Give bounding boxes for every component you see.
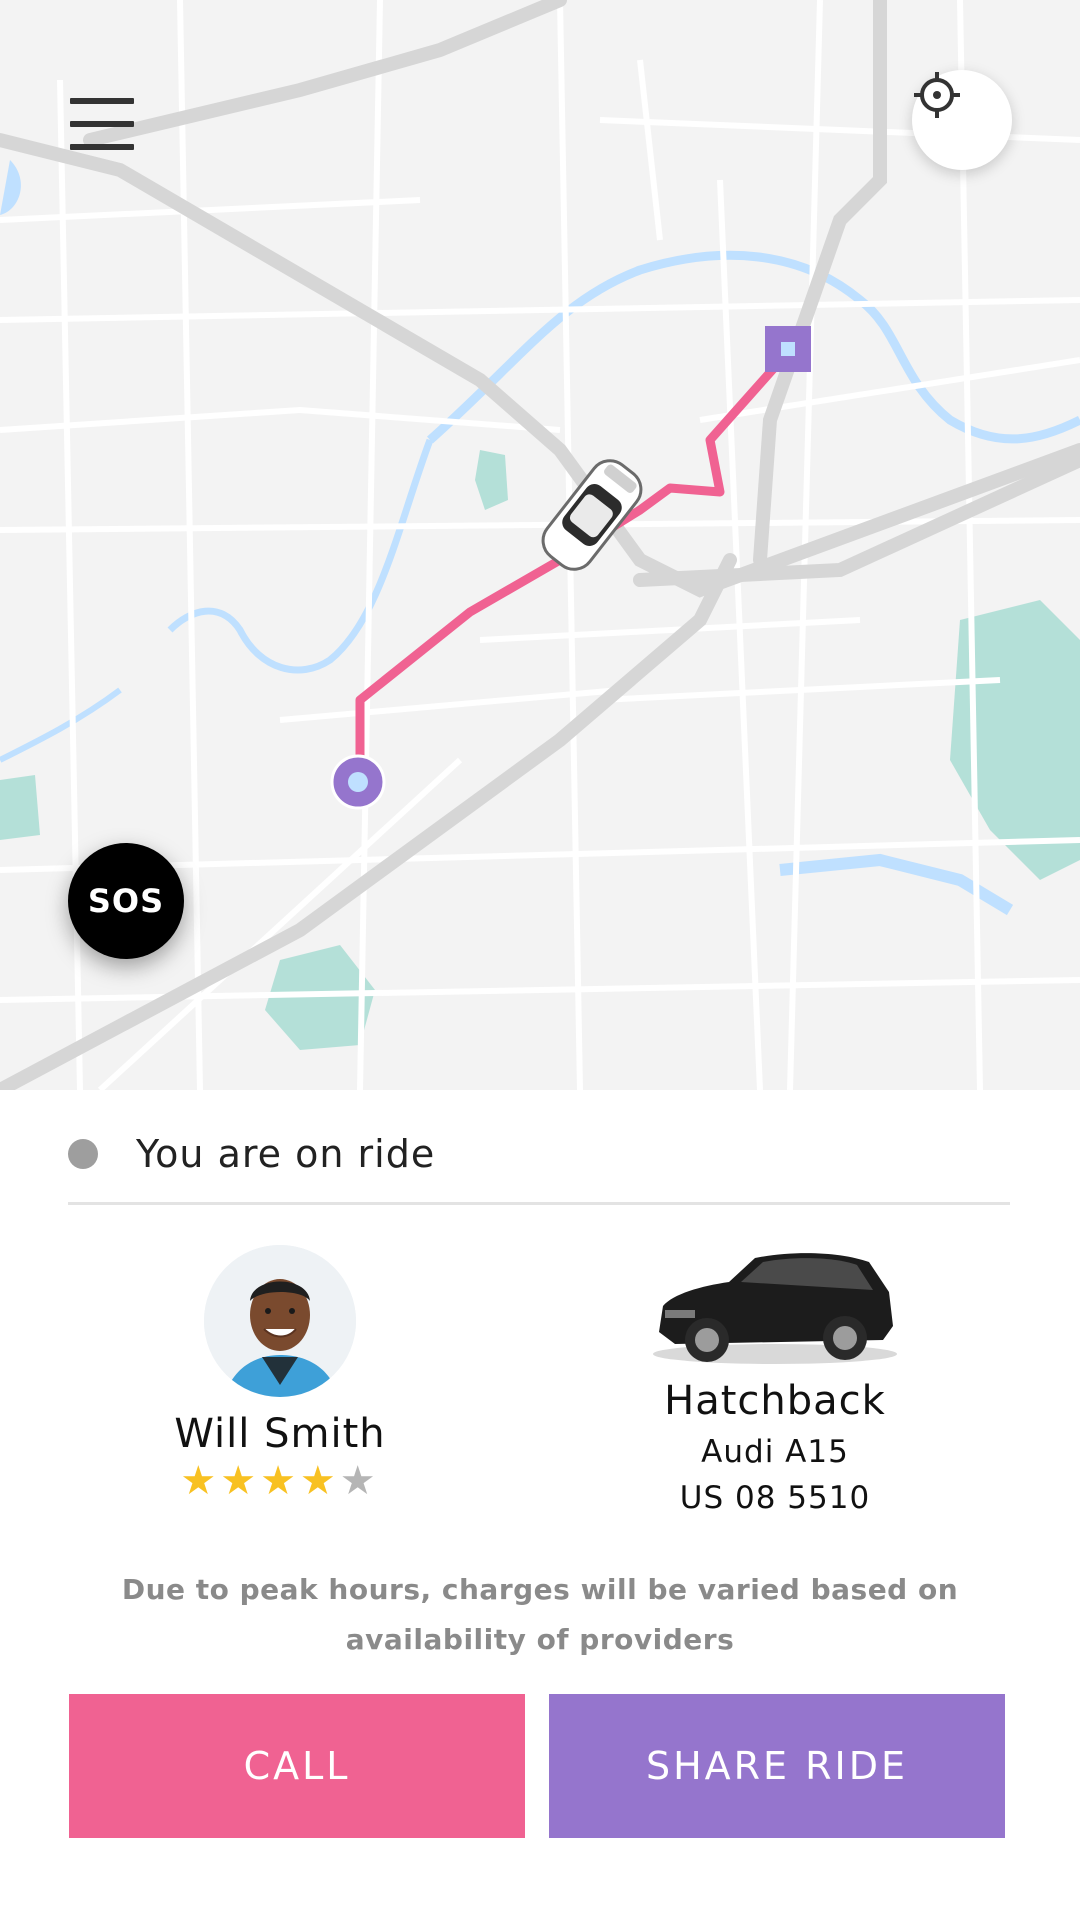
ride-status-text: You are on ride bbox=[136, 1132, 436, 1176]
status-dot-icon bbox=[68, 1139, 98, 1169]
vehicle-plate: US 08 5510 bbox=[679, 1480, 871, 1516]
locate-me-button[interactable] bbox=[912, 70, 1012, 170]
car-image bbox=[645, 1240, 905, 1370]
star-icon: ★ bbox=[260, 1458, 300, 1504]
ride-panel: You are on ride Will Smith ★★★★★ Hatchba… bbox=[0, 1090, 1080, 1920]
vehicle-info: Hatchback Audi A15 US 08 5510 bbox=[620, 1240, 930, 1516]
park-area bbox=[0, 775, 40, 840]
vehicle-type: Hatchback bbox=[664, 1378, 886, 1424]
sos-label: SOS bbox=[87, 882, 165, 920]
vehicle-model: Audi A15 bbox=[701, 1434, 849, 1470]
star-empty-icon: ★ bbox=[339, 1458, 380, 1504]
ride-status: You are on ride bbox=[68, 1132, 435, 1176]
call-button-label: CALL bbox=[243, 1744, 351, 1788]
star-icon: ★ bbox=[180, 1458, 221, 1504]
call-button[interactable]: CALL bbox=[69, 1694, 525, 1838]
driver-rating: ★★★★★ bbox=[130, 1461, 430, 1501]
divider bbox=[68, 1202, 1010, 1205]
dropoff-square-marker[interactable] bbox=[765, 326, 811, 372]
star-icon: ★ bbox=[299, 1458, 340, 1504]
share-ride-button-label: SHARE RIDE bbox=[645, 1744, 909, 1788]
share-ride-button[interactable]: SHARE RIDE bbox=[549, 1694, 1005, 1838]
driver-avatar[interactable] bbox=[204, 1245, 356, 1397]
sos-button[interactable]: SOS bbox=[68, 843, 184, 959]
pricing-notice: Due to peak hours, charges will be varie… bbox=[121, 1573, 959, 1656]
map-view[interactable]: SOS bbox=[0, 0, 1080, 1090]
driver-name: Will Smith bbox=[174, 1411, 386, 1457]
pickup-circle-marker[interactable] bbox=[330, 754, 386, 810]
hamburger-menu-icon[interactable] bbox=[70, 98, 134, 150]
driver-photo bbox=[204, 1245, 356, 1397]
crosshair-target-icon bbox=[914, 72, 960, 118]
driver-info: Will Smith ★★★★★ bbox=[130, 1245, 430, 1501]
star-icon: ★ bbox=[220, 1458, 261, 1504]
